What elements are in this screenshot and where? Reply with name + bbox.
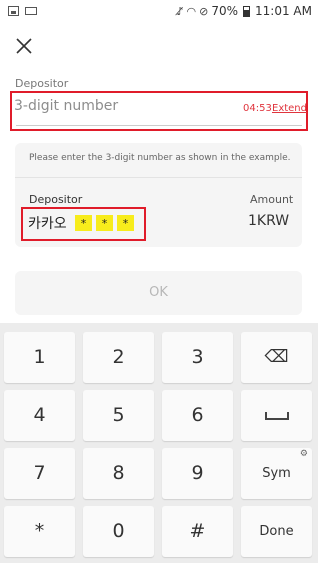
- keyboard-notification-icon: [25, 7, 37, 15]
- hash-key[interactable]: #: [162, 506, 233, 557]
- battery-level: 70%: [211, 4, 239, 18]
- depositor-label: Depositor: [15, 77, 69, 90]
- amount-header: Amount: [250, 193, 294, 206]
- key-0[interactable]: 0: [83, 506, 154, 557]
- mute-icon: ♪̸: [176, 4, 184, 18]
- masked-digit: *: [96, 215, 113, 231]
- sym-key[interactable]: Sym ⚙: [241, 448, 312, 499]
- key-8[interactable]: 8: [83, 448, 154, 499]
- depositor-input-placeholder[interactable]: 3-digit number: [14, 98, 118, 114]
- numeric-keyboard: 1 2 3 ⌫ 4 5 6 7 8 9 Sym ⚙ * 0 # Done: [0, 323, 318, 563]
- backspace-key[interactable]: ⌫: [241, 332, 312, 383]
- wifi-icon: ◠: [186, 4, 197, 18]
- space-icon: [264, 411, 289, 420]
- depositor-header: Depositor: [29, 193, 83, 206]
- countdown-timer: 04:53: [243, 103, 272, 114]
- space-key[interactable]: [241, 390, 312, 441]
- clock: 11:01 AM: [255, 4, 312, 18]
- masked-digit: *: [75, 215, 92, 231]
- backspace-icon: ⌫: [264, 347, 289, 367]
- no-sim-icon: ⊘: [199, 4, 209, 18]
- extend-link[interactable]: Extend: [272, 103, 307, 114]
- close-icon: [16, 38, 32, 54]
- panel-divider: [15, 177, 302, 178]
- masked-digit: *: [117, 215, 134, 231]
- close-button[interactable]: [12, 34, 36, 58]
- image-notification-icon: [8, 6, 19, 16]
- status-bar: ♪̸ ◠ ⊘ 70% 11:01 AM: [0, 0, 318, 24]
- ok-button[interactable]: OK: [15, 271, 302, 315]
- example-hint: Please enter the 3-digit number as shown…: [29, 153, 291, 163]
- key-4[interactable]: 4: [4, 390, 75, 441]
- key-9[interactable]: 9: [162, 448, 233, 499]
- input-underline: [16, 125, 302, 126]
- key-1[interactable]: 1: [4, 332, 75, 383]
- key-2[interactable]: 2: [83, 332, 154, 383]
- amount-value: 1KRW: [248, 213, 290, 229]
- battery-icon: [243, 5, 251, 17]
- settings-gear-icon: ⚙: [299, 449, 308, 459]
- done-key[interactable]: Done: [241, 506, 312, 557]
- sym-label: Sym: [262, 466, 291, 481]
- key-6[interactable]: 6: [162, 390, 233, 441]
- depositor-example-name: 카카오: [28, 216, 67, 232]
- key-5[interactable]: 5: [83, 390, 154, 441]
- key-7[interactable]: 7: [4, 448, 75, 499]
- star-key[interactable]: *: [4, 506, 75, 557]
- key-3[interactable]: 3: [162, 332, 233, 383]
